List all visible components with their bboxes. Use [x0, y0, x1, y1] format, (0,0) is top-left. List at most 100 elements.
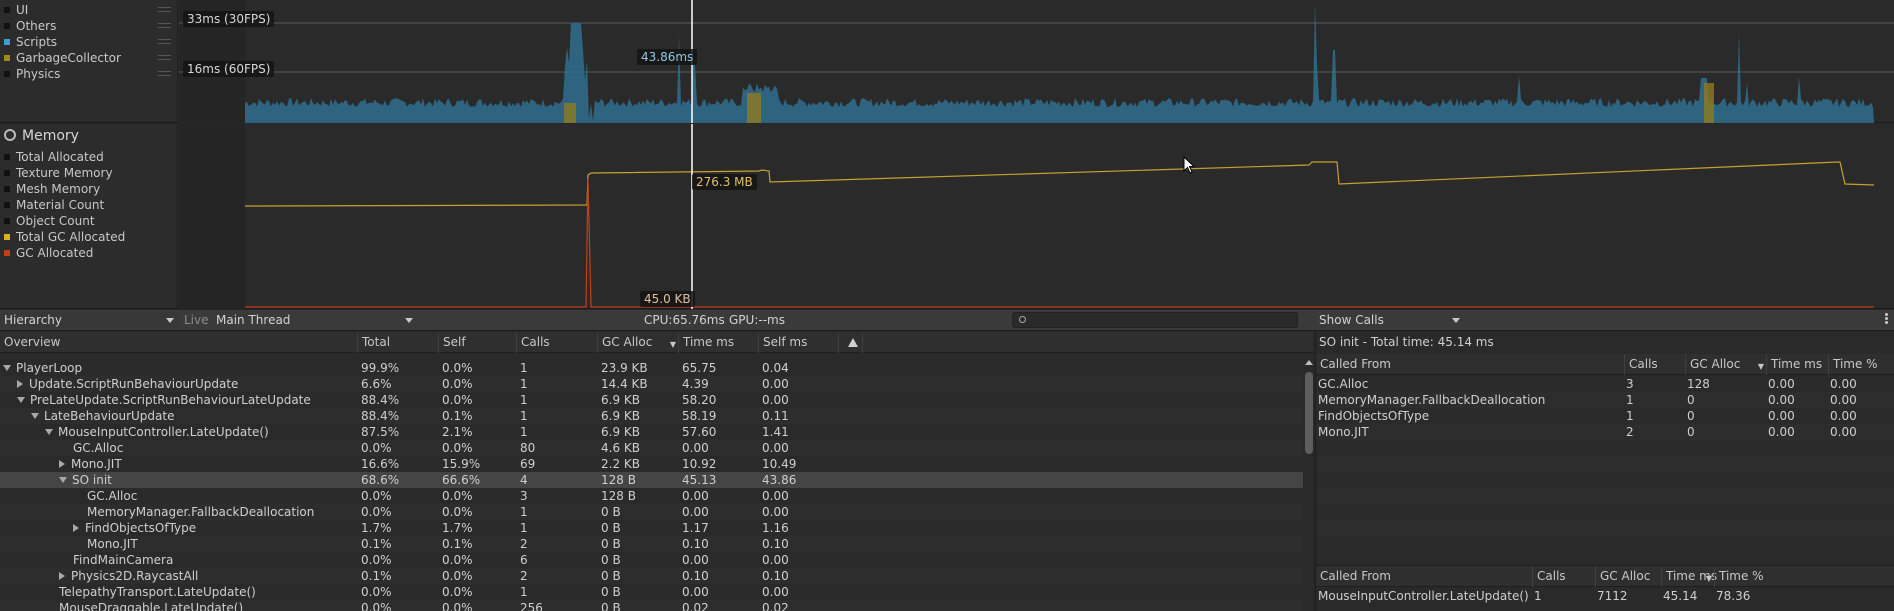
sort-descending-icon: ▼: [1705, 574, 1712, 583]
called-from-row[interactable]: FindObjectsOfType 1 0 0.00 0.00: [1316, 408, 1894, 424]
column-header-self-ms[interactable]: Self ms: [758, 332, 838, 353]
collapsed-arrow-icon[interactable]: [59, 572, 65, 580]
column-header-total[interactable]: Total: [357, 332, 438, 353]
column-header-calls[interactable]: Calls: [1624, 354, 1685, 375]
cell-gc: 0 B: [601, 537, 621, 551]
cpu-legend: UI Others Scripts GarbageCollector Physics: [0, 0, 178, 122]
mem-legend-item[interactable]: GC Allocated: [0, 245, 178, 261]
cpu-legend-item[interactable]: Others: [0, 18, 178, 34]
called-from-row[interactable]: Mono.JIT 2 0 0.00 0.00: [1316, 424, 1894, 440]
mem-legend-item[interactable]: Material Count: [0, 197, 178, 213]
cell-selfms: 0.02: [762, 601, 789, 611]
drag-handle-icon[interactable]: [158, 39, 171, 44]
memory-module-title[interactable]: Memory: [4, 127, 79, 145]
hierarchy-row[interactable]: LateBehaviourUpdate 88.4% 0.1% 1 6.9 KB 58.19…: [0, 408, 1303, 424]
column-header-calls[interactable]: Calls: [1532, 566, 1595, 587]
expanded-arrow-icon[interactable]: [31, 413, 39, 419]
cell-time: 4.39: [682, 377, 709, 391]
hierarchy-row[interactable]: GC.Alloc 0.0% 0.0% 3 128 B 0.00 0.00: [0, 488, 1303, 504]
mem-legend-item[interactable]: Object Count: [0, 213, 178, 229]
legend-swatch[interactable]: [4, 23, 10, 29]
hierarchy-row[interactable]: FindObjectsOfType 1.7% 1.7% 1 0 B 1.17 1.16: [0, 520, 1303, 536]
called-from-row[interactable]: MemoryManager.FallbackDeallocation 1 0 0.00…: [1316, 392, 1894, 408]
column-header-called-from[interactable]: Called From: [1316, 354, 1624, 375]
column-header-time-ms[interactable]: Time ms ▼: [1661, 566, 1717, 587]
panel-menu-icon[interactable]: [1885, 313, 1888, 325]
drag-handle-icon[interactable]: [158, 23, 171, 28]
legend-swatch[interactable]: [4, 55, 10, 61]
mem-legend-item[interactable]: Total Allocated: [0, 149, 178, 165]
hierarchy-row[interactable]: Mono.JIT 0.1% 0.1% 2 0 B 0.10 0.10: [0, 536, 1303, 552]
drag-handle-icon[interactable]: [158, 71, 171, 76]
column-header-gc-alloc[interactable]: GC Alloc ▼: [1685, 354, 1766, 375]
legend-swatch[interactable]: [4, 202, 10, 208]
cpu-legend-item[interactable]: Physics: [0, 66, 178, 82]
legend-swatch[interactable]: [4, 170, 10, 176]
expanded-arrow-icon[interactable]: [3, 365, 11, 371]
cell-selfms: 0.00: [762, 377, 789, 391]
collapsed-arrow-icon[interactable]: [59, 460, 65, 468]
legend-swatch[interactable]: [4, 186, 10, 192]
hierarchy-row[interactable]: Physics2D.RaycastAll 0.1% 0.0% 2 0 B 0.10 0.10: [0, 568, 1303, 584]
hierarchy-row[interactable]: MouseDraggable.LateUpdate() 0.0% 0.0% 256 0 …: [0, 600, 1303, 611]
column-header-self[interactable]: Self: [438, 332, 516, 353]
legend-swatch[interactable]: [4, 250, 10, 256]
scroll-up-arrow-icon[interactable]: [1305, 360, 1313, 365]
hierarchy-row[interactable]: PlayerLoop 99.9% 0.0% 1 23.9 KB 65.75 0.04: [0, 360, 1303, 376]
collapse-all-button[interactable]: [838, 332, 862, 353]
column-header-time-ms[interactable]: Time ms: [1766, 354, 1828, 375]
hierarchy-row[interactable]: FindMainCamera 0.0% 0.0% 6 0 B 0.00 0.00: [0, 552, 1303, 568]
column-header-gc-alloc[interactable]: GC Alloc: [1595, 566, 1661, 587]
column-header-time-[interactable]: Time %: [1714, 566, 1784, 587]
mem-legend-item[interactable]: Texture Memory: [0, 165, 178, 181]
view-mode-dropdown[interactable]: Hierarchy: [0, 312, 178, 329]
hierarchy-row[interactable]: Mono.JIT 16.6% 15.9% 69 2.2 KB 10.92 10.49: [0, 456, 1303, 472]
memory-chart-area[interactable]: Memory Total Allocated Texture Memory Mesh…: [0, 124, 1894, 309]
cpu-legend-item[interactable]: Scripts: [0, 34, 178, 50]
live-toggle[interactable]: Live: [184, 312, 209, 329]
column-header-gc-alloc[interactable]: GC Alloc ▼: [597, 332, 678, 353]
column-header-called-from[interactable]: Called From: [1316, 566, 1532, 587]
hierarchy-row[interactable]: MemoryManager.FallbackDeallocation 0.0% 0.…: [0, 504, 1303, 520]
column-header-time-ms[interactable]: Time ms: [678, 332, 758, 353]
legend-swatch[interactable]: [4, 218, 10, 224]
collapsed-arrow-icon[interactable]: [73, 524, 79, 532]
cpu-chart[interactable]: [179, 0, 1894, 123]
drag-handle-icon[interactable]: [158, 7, 171, 12]
empty-row: [1316, 488, 1894, 504]
cpu-legend-item[interactable]: UI: [0, 2, 178, 18]
column-header-time-[interactable]: Time %: [1828, 354, 1894, 375]
called-from-row[interactable]: GC.Alloc 3 128 0.00 0.00: [1316, 376, 1894, 392]
memory-chart[interactable]: [179, 124, 1894, 309]
expanded-arrow-icon[interactable]: [59, 477, 67, 483]
column-header-overview[interactable]: Overview: [0, 332, 357, 353]
called-by-row[interactable]: MouseInputController.LateUpdate() 1 7112 45…: [1316, 588, 1894, 604]
scroll-thumb[interactable]: [1305, 372, 1313, 454]
thread-dropdown[interactable]: Main Thread: [212, 312, 417, 329]
show-calls-dropdown[interactable]: Show Calls: [1315, 312, 1464, 329]
mem-legend-item[interactable]: Total GC Allocated: [0, 229, 178, 245]
column-header-calls[interactable]: Calls: [516, 332, 597, 353]
legend-swatch[interactable]: [4, 154, 10, 160]
collapsed-arrow-icon[interactable]: [17, 380, 23, 388]
hierarchy-row[interactable]: Update.ScriptRunBehaviourUpdate 6.6% 0.0% 1…: [0, 376, 1303, 392]
cpu-usage-chart-area[interactable]: UI Others Scripts GarbageCollector Physics 3…: [0, 0, 1894, 123]
expanded-arrow-icon[interactable]: [45, 429, 53, 435]
legend-swatch[interactable]: [4, 234, 10, 240]
hierarchy-row[interactable]: TelepathyTransport.LateUpdate() 0.0% 0.0% 1…: [0, 584, 1303, 600]
hierarchy-row[interactable]: SO init 68.6% 66.6% 4 128 B 45.13 43.86: [0, 472, 1303, 488]
hierarchy-row[interactable]: GC.Alloc 0.0% 0.0% 80 4.6 KB 0.00 0.00: [0, 440, 1303, 456]
calls-panel-title: SO init - Total time: 45.14 ms: [1319, 335, 1494, 349]
expanded-arrow-icon[interactable]: [17, 397, 25, 403]
hierarchy-row[interactable]: PreLateUpdate.ScriptRunBehaviourLateUpda…: [0, 392, 1303, 408]
legend-swatch[interactable]: [4, 7, 10, 13]
search-input[interactable]: [1012, 312, 1298, 328]
mem-legend-item[interactable]: Mesh Memory: [0, 181, 178, 197]
legend-swatch[interactable]: [4, 39, 10, 45]
legend-swatch[interactable]: [4, 71, 10, 77]
gc-blip: [564, 103, 576, 123]
drag-handle-icon[interactable]: [158, 55, 171, 60]
hierarchy-row[interactable]: MouseInputController.LateUpdate() 87.5% 2.…: [0, 424, 1303, 440]
cpu-legend-item[interactable]: GarbageCollector: [0, 50, 178, 66]
hierarchy-scrollbar[interactable]: [1305, 360, 1313, 610]
